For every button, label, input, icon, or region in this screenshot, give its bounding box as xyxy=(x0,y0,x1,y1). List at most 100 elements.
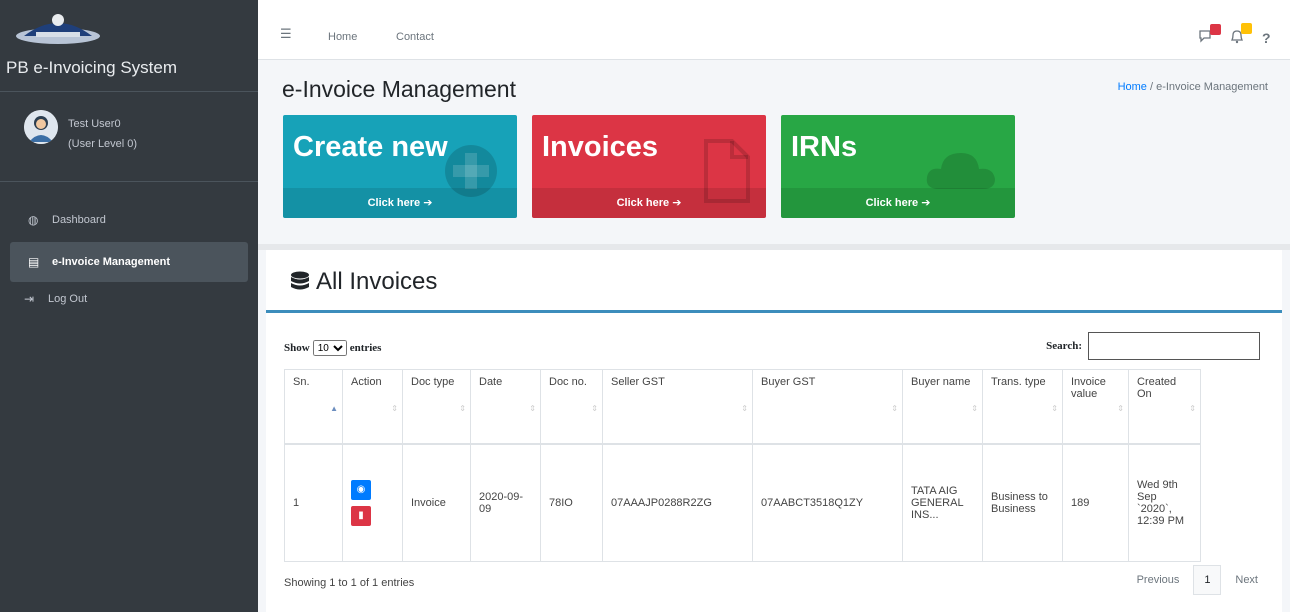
help-icon[interactable]: ? xyxy=(1262,30,1271,46)
column-header-seller-gst[interactable]: Seller GST ⇕ xyxy=(602,369,753,445)
cell-trans-type: Business to Business xyxy=(982,443,1063,562)
column-header-created-on[interactable]: Created On ⇕ xyxy=(1128,369,1201,445)
sort-icon: ⇕ xyxy=(591,404,598,413)
box-footer-label: Click here xyxy=(616,197,670,209)
arrow-circle-right-icon: ➔ xyxy=(921,197,931,209)
box-title: Create new xyxy=(293,131,448,163)
top-navbar: ☰ Home Contact ? xyxy=(258,0,1290,60)
sidebar: PB e-Invoicing System Test User0 (User L… xyxy=(0,0,258,612)
breadcrumb-separator: / xyxy=(1149,81,1154,93)
sort-icon: ⇕ xyxy=(1117,404,1124,413)
box-footer-link[interactable]: Click here ➔ xyxy=(532,188,766,218)
arrow-circle-right-icon: ➔ xyxy=(672,197,682,209)
entries-label: entries xyxy=(349,342,382,354)
tachometer-icon: ◍ xyxy=(28,213,39,227)
create-new-box[interactable]: Create new Click here ➔ xyxy=(283,115,517,218)
user-name: Test User0 xyxy=(68,118,121,130)
sidebar-item-label: Dashboard xyxy=(52,214,106,226)
cell-seller-gst: 07AAAJP0288R2ZG xyxy=(602,443,753,562)
messages-badge xyxy=(1210,24,1221,35)
delete-button[interactable]: ▮ xyxy=(351,505,371,526)
all-invoices-card: All Invoices Show 10 entries Search: Sn.… xyxy=(266,250,1282,612)
cell-doc-type: Invoice xyxy=(402,443,471,562)
card-divider xyxy=(266,310,1282,313)
sort-asc-icon: ▲ xyxy=(330,404,338,413)
sort-icon: ⇕ xyxy=(971,404,978,413)
card-title: All Invoices xyxy=(288,268,437,296)
column-header-doc-no[interactable]: Doc no. ⇕ xyxy=(540,369,603,445)
search-input[interactable] xyxy=(1088,332,1260,360)
trash-icon: ▮ xyxy=(358,510,364,522)
nav-link-contact[interactable]: Contact xyxy=(396,31,434,43)
box-footer-link[interactable]: Click here ➔ xyxy=(283,188,517,218)
page-button-1[interactable]: 1 xyxy=(1193,565,1222,595)
box-title: Invoices xyxy=(542,131,659,163)
menu-toggle-icon[interactable]: ☰ xyxy=(280,26,292,42)
card-title-text: All Invoices xyxy=(316,268,438,295)
table-row: 1 ◉ ▮ Invoice 2020-09-09 78IO 07AAAJP028… xyxy=(284,443,1201,562)
cell-action: ◉ ▮ xyxy=(342,443,403,562)
sidebar-item-label: Log Out xyxy=(48,293,88,305)
sort-icon: ⇕ xyxy=(529,404,536,413)
cell-date: 2020-09-09 xyxy=(470,443,541,562)
box-footer-label: Click here xyxy=(865,197,919,209)
brand-text: PB e-Invoicing System xyxy=(6,58,178,77)
view-button[interactable]: ◉ xyxy=(351,479,371,500)
sort-icon: ⇕ xyxy=(459,404,466,413)
cell-doc-no: 78IO xyxy=(540,443,603,562)
sort-icon: ⇕ xyxy=(1051,404,1058,413)
user-avatar[interactable] xyxy=(24,110,58,144)
box-footer-label: Click here xyxy=(367,197,421,209)
sidebar-nav: ◍ Dashboard ▤ e-Invoice Management ⇥ Log… xyxy=(0,200,258,316)
cell-buyer-name: TATA AIG GENERAL INS... xyxy=(902,443,983,562)
table-info: Showing 1 to 1 of 1 entries xyxy=(284,577,415,589)
column-header-trans-type[interactable]: Trans. type ⇕ xyxy=(982,369,1063,445)
logout-icon: ⇥ xyxy=(24,292,35,306)
sidebar-item-label: e-Invoice Management xyxy=(52,256,170,268)
invoices-table: Sn. ▲ Action ⇕ Doc type ⇕ Date ⇕ Doc no. ⇕ Se… xyxy=(284,369,1201,562)
user-info[interactable]: Test User0 (User Level 0) xyxy=(68,114,137,154)
box-title: IRNs xyxy=(791,131,858,163)
cell-sn: 1 xyxy=(284,443,343,562)
sidebar-item-log-out[interactable]: ⇥ Log Out xyxy=(0,284,258,314)
sidebar-item-e-invoice-management[interactable]: ▤ e-Invoice Management xyxy=(10,242,248,282)
search-label: Search: xyxy=(1046,340,1082,352)
invoices-box[interactable]: Invoices Click here ➔ xyxy=(532,115,766,218)
arrow-circle-right-icon: ➔ xyxy=(423,197,433,209)
user-level: (User Level 0) xyxy=(68,138,138,150)
cell-buyer-gst: 07AABCT3518Q1ZY xyxy=(752,443,903,562)
box-footer-link[interactable]: Click here ➔ xyxy=(781,188,1015,218)
brand[interactable]: PB e-Invoicing System xyxy=(0,0,258,92)
cell-created-on: Wed 9th Sep `2020`, 12:39 PM xyxy=(1128,443,1201,562)
nav-link-home[interactable]: Home xyxy=(328,31,357,43)
page-title: e-Invoice Management xyxy=(282,76,516,102)
page-length-select[interactable]: 10 xyxy=(312,340,347,356)
sort-icon: ⇕ xyxy=(891,404,898,413)
user-panel: Test User0 (User Level 0) xyxy=(0,92,258,182)
column-header-doc-type[interactable]: Doc type ⇕ xyxy=(402,369,471,445)
next-button[interactable]: Next xyxy=(1235,574,1258,586)
search-control: Search: xyxy=(1046,332,1260,360)
column-header-invoice-value[interactable]: Invoice value ⇕ xyxy=(1062,369,1129,445)
column-header-buyer-gst[interactable]: Buyer GST ⇕ xyxy=(752,369,903,445)
eye-icon: ◉ xyxy=(356,484,366,496)
cell-invoice-value: 189 xyxy=(1062,443,1129,562)
sort-icon: ⇕ xyxy=(1189,404,1196,413)
sort-icon: ⇕ xyxy=(741,404,748,413)
breadcrumb: Home / e-Invoice Management xyxy=(1118,81,1268,93)
column-header-sn[interactable]: Sn. ▲ xyxy=(284,369,343,445)
previous-button[interactable]: Previous xyxy=(1137,574,1180,586)
breadcrumb-home[interactable]: Home xyxy=(1118,81,1147,93)
show-label: Show xyxy=(284,342,310,354)
column-header-buyer-name[interactable]: Buyer name ⇕ xyxy=(902,369,983,445)
file-icon: ▤ xyxy=(28,255,40,269)
sidebar-item-dashboard[interactable]: ◍ Dashboard xyxy=(0,200,258,240)
sort-icon: ⇕ xyxy=(391,404,398,413)
column-header-action[interactable]: Action ⇕ xyxy=(342,369,403,445)
pagination: Previous 1 Next xyxy=(1137,565,1258,595)
breadcrumb-current: e-Invoice Management xyxy=(1156,81,1268,93)
irns-box[interactable]: IRNs Click here ➔ xyxy=(781,115,1015,218)
brand-logo xyxy=(16,14,100,44)
notifications-badge xyxy=(1241,23,1252,34)
column-header-date[interactable]: Date ⇕ xyxy=(470,369,541,445)
